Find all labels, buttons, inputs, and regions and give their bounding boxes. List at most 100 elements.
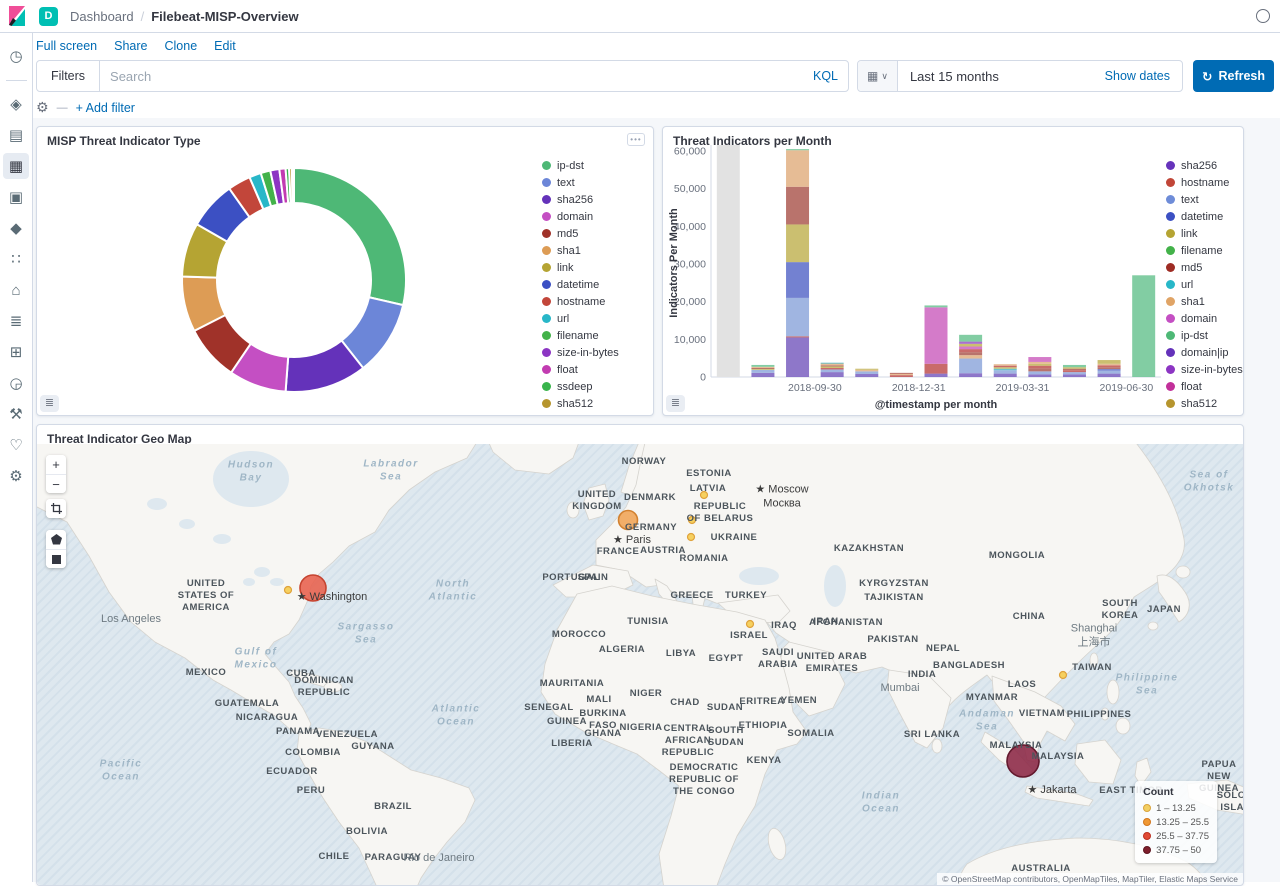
bar-segment-datetime[interactable] <box>1098 369 1121 371</box>
bar-segment-domain[interactable] <box>1028 357 1051 362</box>
bar-segment-url[interactable] <box>994 369 1017 371</box>
sidebar-item-machine-learning-icon[interactable]: ∷ <box>3 246 29 272</box>
donut-legend-item-size-in-bytes[interactable]: size-in-bytes <box>542 344 647 361</box>
bars-legend-item-md5[interactable]: md5 <box>1166 259 1271 276</box>
geo-cluster-marker[interactable] <box>619 511 638 530</box>
bar-segment-ip-dst[interactable] <box>1063 365 1086 367</box>
filters-button[interactable]: Filters <box>37 61 100 91</box>
bar-segment-sha1[interactable] <box>1098 364 1121 366</box>
sidebar-item-maps-icon[interactable]: ◆ <box>3 215 29 241</box>
bar-segment-sha1[interactable] <box>994 364 1017 366</box>
bar-segment-sha256[interactable] <box>1028 374 1051 377</box>
bars-legend-item-url[interactable]: url <box>1166 276 1271 293</box>
bar-segment-link[interactable] <box>786 224 809 262</box>
donut-legend-item-datetime[interactable]: datetime <box>542 276 647 293</box>
bar-segment-link[interactable] <box>855 369 878 370</box>
bar-segment-link[interactable] <box>1098 360 1121 364</box>
donut-legend-item-hostname[interactable]: hostname <box>542 293 647 310</box>
bar-segment-sha1[interactable] <box>855 370 878 372</box>
show-dates-button[interactable]: Show dates <box>1093 69 1182 83</box>
geo-point-marker[interactable] <box>689 517 696 524</box>
bar-segment-sha256[interactable] <box>959 373 982 377</box>
bar-segment-md5[interactable] <box>1063 369 1086 371</box>
geo-cluster-marker[interactable] <box>300 575 326 601</box>
bar-segment-sha256[interactable] <box>1063 374 1086 377</box>
bars-legend-item-text[interactable]: text <box>1166 191 1271 208</box>
bar-segment-sha256[interactable] <box>994 374 1017 377</box>
donut-legend-item-float[interactable]: float <box>542 361 647 378</box>
help-icon[interactable] <box>1256 9 1270 23</box>
bar-segment-link[interactable] <box>994 367 1017 369</box>
bar-segment-sha256[interactable] <box>821 372 844 377</box>
bars-legend-item-domain[interactable]: domain <box>1166 310 1271 327</box>
calendar-menu-button[interactable]: ▦ ∨ <box>858 61 898 91</box>
bar-segment-text[interactable] <box>959 359 982 374</box>
bar-segment-text[interactable] <box>786 298 809 336</box>
sidebar-item-stack-monitoring-icon[interactable]: ♡ <box>3 432 29 458</box>
search-input[interactable] <box>100 69 803 84</box>
zoom-out-button[interactable]: − <box>46 474 66 493</box>
draw-rectangle-button[interactable] <box>46 549 66 568</box>
bar-segment-hostname[interactable] <box>994 366 1017 368</box>
bar-segment-hostname[interactable] <box>925 364 948 374</box>
geo-point-marker[interactable] <box>285 587 292 594</box>
bar-segment-sha256[interactable] <box>855 374 878 377</box>
bar-segment-md5[interactable] <box>1028 368 1051 371</box>
donut-legend-item-sha512[interactable]: sha512 <box>542 395 647 412</box>
bar-segment-hostname[interactable] <box>890 375 913 377</box>
donut-legend-item-text[interactable]: text <box>542 174 647 191</box>
geo-point-marker[interactable] <box>688 534 695 541</box>
menu-clone[interactable]: Clone <box>165 39 198 53</box>
bars-legend-item-sha256[interactable]: sha256 <box>1166 157 1271 174</box>
donut-legend-item-sha256[interactable]: sha256 <box>542 191 647 208</box>
panel-options-icon[interactable]: ••• <box>627 133 645 146</box>
dashboard-app-badge[interactable]: D <box>39 7 58 26</box>
sidebar-item-uptime-icon[interactable]: ◶ <box>3 370 29 396</box>
bars-legend-item-size-in-bytes[interactable]: size-in-bytes <box>1166 361 1271 378</box>
donut-slice-domain|ip[interactable] <box>292 168 294 203</box>
bars-legend-item-hostname[interactable]: hostname <box>1166 174 1271 191</box>
filter-options-gear-icon[interactable]: ⚙ <box>36 99 49 116</box>
bar-segment-md5[interactable] <box>1098 367 1121 369</box>
bar-segment-link[interactable] <box>1063 367 1086 369</box>
bar-segment-md5[interactable] <box>751 368 774 369</box>
bar-segment-ip-dst[interactable] <box>786 149 809 150</box>
bars-legend-item-link[interactable]: link <box>1166 225 1271 242</box>
refresh-button[interactable]: ↻ Refresh <box>1193 60 1274 92</box>
donut-legend-item-ssdeep[interactable]: ssdeep <box>542 378 647 395</box>
donut-legend-item-domain|ip[interactable]: domain|ip <box>542 412 647 413</box>
bar-segment-link[interactable] <box>959 344 982 347</box>
bar-segment-hostname[interactable] <box>1063 370 1086 372</box>
bar-segment-url[interactable] <box>821 363 844 364</box>
bar-segment-link[interactable] <box>1028 364 1051 366</box>
bar-segment-text[interactable] <box>821 369 844 372</box>
bar-segment-sha1[interactable] <box>751 367 774 368</box>
donut-legend-item-sha1[interactable]: sha1 <box>542 242 647 259</box>
legend-toggle-icon[interactable]: ≣ <box>40 395 59 412</box>
bar-segment-text[interactable] <box>1098 371 1121 374</box>
bar-segment-hostname[interactable] <box>821 368 844 370</box>
bar-segment-hostname[interactable] <box>959 349 982 352</box>
fit-to-data-icon[interactable] <box>46 499 66 518</box>
bar-segment-sha256[interactable] <box>751 373 774 377</box>
map-canvas[interactable]: UNITED STATES OF AMERICAMEXICOCUBADOMINI… <box>37 444 1243 885</box>
geo-cluster-marker[interactable] <box>1007 745 1039 777</box>
bar-segment-datetime[interactable] <box>786 262 809 298</box>
kibana-logo[interactable] <box>0 0 33 32</box>
bars-legend-item-float[interactable]: float <box>1166 378 1271 395</box>
bar-segment-md5[interactable] <box>786 187 809 225</box>
sidebar-item-siem-icon[interactable]: ⊞ <box>3 339 29 365</box>
sidebar-item-management-icon[interactable]: ⚙ <box>3 463 29 489</box>
zoom-in-button[interactable]: + <box>46 455 66 474</box>
bar-segment-hostname[interactable] <box>786 336 809 337</box>
bar-segment-sha1[interactable] <box>1028 362 1051 364</box>
bars-legend-item-domain|ip[interactable]: domain|ip <box>1166 344 1271 361</box>
add-filter-button[interactable]: + Add filter <box>76 101 135 115</box>
bar-segment-sha1[interactable] <box>821 363 844 365</box>
bar-partial-bucket[interactable] <box>717 145 740 377</box>
sidebar-item-logs-icon[interactable]: ≣ <box>3 308 29 334</box>
bar-segment-md5[interactable] <box>890 373 913 374</box>
donut-legend-item-domain[interactable]: domain <box>542 208 647 225</box>
menu-full-screen[interactable]: Full screen <box>36 39 97 53</box>
bar-segment-sha1[interactable] <box>959 355 982 358</box>
